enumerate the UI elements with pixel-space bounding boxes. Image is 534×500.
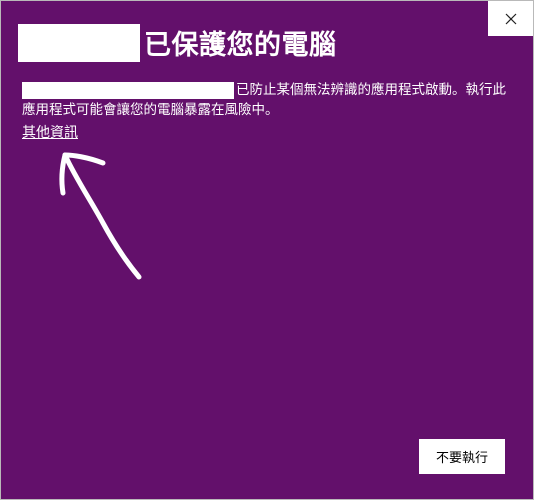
smartscreen-dialog: 已保護您的電腦 已防止某個無法辨識的應用程式啟動。執行此應用程式可能會讓您的電腦…	[0, 0, 534, 500]
close-button[interactable]	[488, 1, 533, 36]
more-info-link[interactable]: 其他資訊	[22, 122, 78, 142]
redacted-app-name	[22, 81, 234, 99]
dialog-title: 已保護您的電腦	[144, 30, 337, 61]
hand-drawn-arrow-annotation	[59, 152, 142, 280]
redacted-brand-box	[18, 23, 140, 62]
warning-message: 已防止某個無法辨識的應用程式啟動。執行此應用程式可能會讓您的電腦暴露在風險中。	[22, 80, 512, 120]
dont-run-button[interactable]: 不要執行	[419, 439, 505, 474]
title-row: 已保護您的電腦	[18, 23, 337, 62]
close-icon	[505, 13, 516, 24]
